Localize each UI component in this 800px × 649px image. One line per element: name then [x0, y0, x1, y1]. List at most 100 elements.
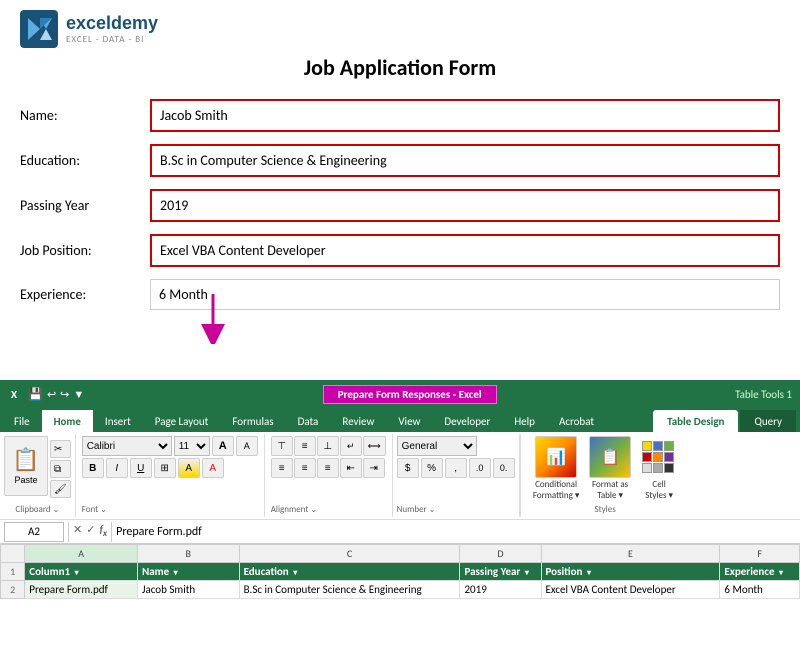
cell-f2[interactable]: 6 Month	[720, 581, 800, 599]
number-expand-icon[interactable]: ⌄	[429, 505, 436, 515]
dropdown-arrow-position[interactable]: ▾	[587, 568, 591, 578]
confirm-formula-icon[interactable]: ✓	[86, 523, 95, 539]
header-passing-year[interactable]: Passing Year ▾	[460, 563, 541, 581]
tab-acrobat[interactable]: Acrobat	[547, 410, 606, 432]
format-painter-button[interactable]: 🖌	[50, 480, 71, 498]
formula-content: Prepare Form.pdf	[116, 525, 796, 539]
percent-button[interactable]: %	[421, 458, 443, 478]
align-right-button[interactable]: ≡	[317, 458, 339, 478]
align-top-button[interactable]: ⊤	[271, 436, 293, 456]
tab-insert[interactable]: Insert	[93, 410, 143, 432]
undo-icon[interactable]: ↩	[47, 388, 56, 401]
tab-formulas[interactable]: Formulas	[220, 410, 285, 432]
font-color-button[interactable]: A	[202, 458, 224, 478]
clipboard-group: 📋 Paste ✂ ⧉ 🖌 Clipboard ⌄	[0, 434, 76, 517]
copy-button[interactable]: ⧉	[50, 460, 71, 478]
decrease-decimal-button[interactable]: 0.	[493, 458, 515, 478]
format-as-table-button[interactable]: 📋 Format asTable ▾	[585, 436, 635, 501]
alignment-expand-icon[interactable]: ⌄	[310, 505, 317, 515]
align-middle-button[interactable]: ≡	[294, 436, 316, 456]
tab-page-layout[interactable]: Page Layout	[143, 410, 221, 432]
input-education[interactable]: B.Sc in Computer Science & Engineering	[150, 144, 780, 177]
col-header-a[interactable]: A	[25, 545, 138, 563]
cut-button[interactable]: ✂	[50, 440, 71, 458]
fill-color-button[interactable]: A	[178, 458, 200, 478]
align-left-button[interactable]: ≡	[271, 458, 293, 478]
cell-styles-button[interactable]: CellStyles ▾	[639, 436, 679, 501]
col-header-b[interactable]: B	[137, 545, 239, 563]
cell-e2[interactable]: Excel VBA Content Developer	[541, 581, 720, 599]
align-bottom-button[interactable]: ⊥	[317, 436, 339, 456]
clipboard-expand-icon[interactable]: ⌄	[53, 505, 60, 515]
italic-button[interactable]: I	[106, 458, 128, 478]
paste-button[interactable]: 📋 Paste	[4, 436, 48, 496]
table-tools-label: Table Tools 1	[735, 388, 792, 401]
comma-button[interactable]: ,	[445, 458, 467, 478]
number-group-label: Number	[397, 504, 427, 515]
col-header-e[interactable]: E	[541, 545, 720, 563]
tab-data[interactable]: Data	[286, 410, 331, 432]
tab-table-design[interactable]: Table Design	[653, 410, 738, 432]
name-box[interactable]: A2	[4, 522, 64, 542]
tab-developer[interactable]: Developer	[432, 410, 502, 432]
col-header-c[interactable]: C	[239, 545, 460, 563]
cancel-formula-icon[interactable]: ✕	[73, 523, 82, 539]
input-job-position[interactable]: Excel VBA Content Developer	[150, 234, 780, 267]
number-format-select[interactable]: General	[397, 436, 477, 456]
insert-function-icon[interactable]: fx	[99, 523, 107, 539]
formula-bar: A2 ✕ ✓ fx Prepare Form.pdf	[0, 520, 800, 544]
increase-indent-button[interactable]: ⇥	[363, 458, 385, 478]
tab-file[interactable]: File	[2, 410, 42, 432]
bold-button[interactable]: B	[82, 458, 104, 478]
tab-view[interactable]: View	[386, 410, 432, 432]
row-num-2: 2	[1, 581, 25, 599]
quick-access-icon[interactable]: ▼	[73, 388, 84, 401]
dropdown-arrow-experience[interactable]: ▾	[779, 568, 783, 578]
border-button[interactable]: ⊞	[154, 458, 176, 478]
font-expand-icon[interactable]: ⌄	[100, 505, 107, 515]
tab-home[interactable]: Home	[42, 410, 93, 432]
clipboard-label: Clipboard	[15, 504, 50, 515]
currency-button[interactable]: $	[397, 458, 419, 478]
col-header-d[interactable]: D	[460, 545, 541, 563]
formula-separator2	[111, 522, 112, 542]
input-passing-year[interactable]: 2019	[150, 189, 780, 222]
dropdown-arrow-education[interactable]: ▾	[293, 568, 297, 578]
font-size-select[interactable]: 11	[174, 436, 210, 456]
save-icon[interactable]: 💾	[28, 387, 43, 402]
cell-b2[interactable]: Jacob Smith	[137, 581, 239, 599]
header-education[interactable]: Education ▾	[239, 563, 460, 581]
exceldemy-logo-icon	[20, 10, 58, 48]
grow-font-button[interactable]: A	[212, 436, 234, 456]
shrink-font-button[interactable]: A	[236, 436, 258, 456]
tab-review[interactable]: Review	[330, 410, 386, 432]
font-name-select[interactable]: Calibri	[82, 436, 172, 456]
cell-d2[interactable]: 2019	[460, 581, 541, 599]
dropdown-arrow-year[interactable]: ▾	[525, 568, 529, 578]
header-name[interactable]: Name ▾	[137, 563, 239, 581]
header-position[interactable]: Position ▾	[541, 563, 720, 581]
input-name[interactable]: Jacob Smith	[150, 99, 780, 132]
dropdown-arrow-name[interactable]: ▾	[174, 568, 178, 578]
input-experience[interactable]: 6 Month	[150, 279, 780, 310]
tab-help[interactable]: Help	[502, 410, 547, 432]
conditional-formatting-button[interactable]: 📊 ConditionalFormatting ▾	[531, 436, 581, 501]
label-experience: Experience:	[20, 286, 150, 303]
increase-decimal-button[interactable]: .0	[469, 458, 491, 478]
conditional-formatting-label: ConditionalFormatting ▾	[533, 479, 580, 501]
tab-query[interactable]: Query	[740, 410, 796, 432]
decrease-indent-button[interactable]: ⇤	[340, 458, 362, 478]
merge-center-button[interactable]: ⟷	[363, 436, 386, 456]
cell-c2[interactable]: B.Sc in Computer Science & Engineering	[239, 581, 460, 599]
header-experience[interactable]: Experience ▾	[720, 563, 800, 581]
header-col1[interactable]: Column1 ▾	[25, 563, 138, 581]
underline-button[interactable]: U	[130, 458, 152, 478]
cell-a2[interactable]: Prepare Form.pdf	[25, 581, 138, 599]
paste-icon: 📋	[12, 447, 39, 473]
col-header-f[interactable]: F	[720, 545, 800, 563]
dropdown-arrow-col1[interactable]: ▾	[75, 568, 79, 578]
wrap-text-button[interactable]: ↵	[340, 436, 362, 456]
align-center-button[interactable]: ≡	[294, 458, 316, 478]
redo-icon[interactable]: ↪	[60, 388, 69, 401]
form-title: Job Application Form	[20, 54, 780, 81]
